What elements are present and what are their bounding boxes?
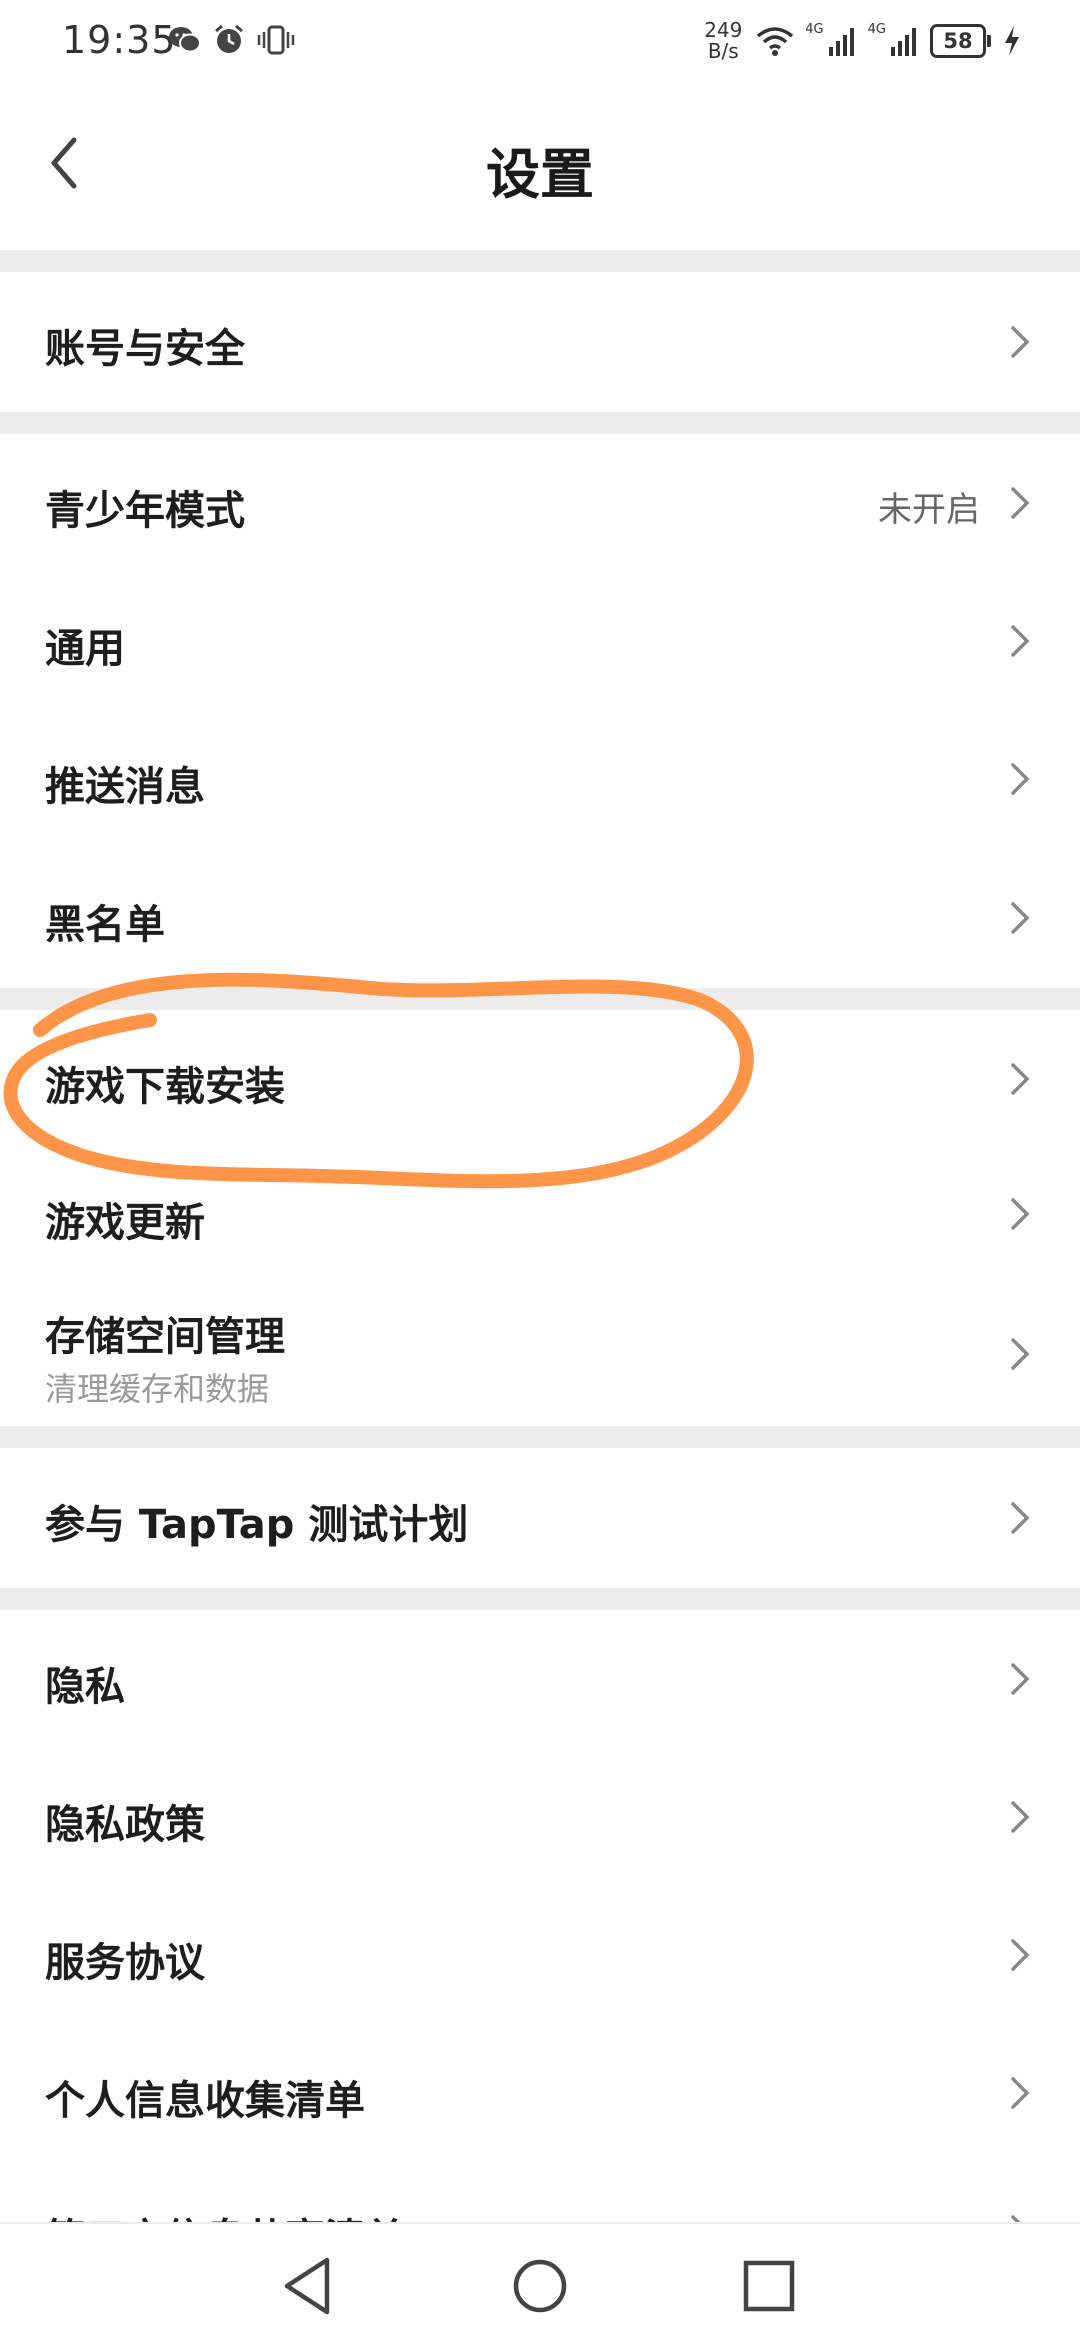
row-label: 隐私政策 bbox=[45, 1802, 205, 1848]
row-label: 账号与安全 bbox=[45, 326, 245, 372]
status-bar: 19:35 249 B/s 4G 4G 58 bbox=[0, 0, 1080, 80]
signal-2-icon bbox=[891, 28, 916, 56]
signal-1-icon bbox=[828, 28, 854, 56]
vibrate-icon bbox=[257, 25, 295, 55]
status-time: 19:35 bbox=[62, 18, 177, 62]
settings-row-youth-mode[interactable]: 青少年模式 未开启 bbox=[0, 434, 1080, 572]
section-divider bbox=[0, 1588, 1080, 1610]
settings-row-push-messages[interactable]: 推送消息 bbox=[0, 710, 1080, 848]
settings-row-general[interactable]: 通用 bbox=[0, 572, 1080, 710]
app-header: 设置 bbox=[0, 80, 1080, 250]
settings-row-storage-management[interactable]: 存储空间管理 清理缓存和数据 bbox=[0, 1280, 1080, 1426]
chevron-right-icon bbox=[1011, 1801, 1030, 1833]
row-label: 游戏下载安装 bbox=[45, 1064, 285, 1110]
chevron-right-icon bbox=[1011, 1939, 1030, 1971]
wifi-icon bbox=[757, 27, 794, 56]
section-divider bbox=[0, 988, 1080, 1010]
settings-row-blacklist[interactable]: 黑名单 bbox=[0, 848, 1080, 988]
signal-2-label: 4G bbox=[867, 21, 886, 37]
chevron-right-icon bbox=[1011, 1198, 1030, 1230]
row-label: 青少年模式 bbox=[45, 488, 245, 534]
settings-row-privacy-policy[interactable]: 隐私政策 bbox=[0, 1748, 1080, 1886]
chevron-right-icon bbox=[1011, 2077, 1030, 2109]
settings-row-taptap-test-plan[interactable]: 参与 TapTap 测试计划 bbox=[0, 1448, 1080, 1588]
chevron-right-icon bbox=[1011, 625, 1030, 657]
triangle-back-icon[interactable] bbox=[269, 2246, 349, 2326]
row-label: 服务协议 bbox=[45, 1940, 205, 1986]
chevron-right-icon bbox=[1011, 1063, 1030, 1095]
section-divider bbox=[0, 412, 1080, 434]
network-speed-unit: B/s bbox=[707, 39, 739, 63]
status-notification-icons bbox=[168, 22, 296, 58]
network-speed: 249 B/s bbox=[701, 20, 745, 62]
settings-row-personal-info-list[interactable]: 个人信息收集清单 bbox=[0, 2024, 1080, 2162]
row-label: 隐私 bbox=[45, 1664, 125, 1710]
settings-row-privacy[interactable]: 隐私 bbox=[0, 1610, 1080, 1748]
charging-icon bbox=[1005, 26, 1019, 56]
row-label: 推送消息 bbox=[45, 764, 205, 810]
row-label: 参与 TapTap 测试计划 bbox=[45, 1502, 469, 1548]
alarm-icon bbox=[215, 24, 243, 53]
row-sublabel: 清理缓存和数据 bbox=[45, 1370, 270, 1408]
system-nav-bar bbox=[0, 2222, 1080, 2342]
chevron-right-icon bbox=[1011, 763, 1030, 795]
settings-row-game-update[interactable]: 游戏更新 bbox=[0, 1148, 1080, 1280]
settings-row-game-download-install[interactable]: 游戏下载安装 bbox=[0, 1010, 1080, 1148]
chevron-right-icon bbox=[1011, 1502, 1030, 1534]
row-label: 游戏更新 bbox=[45, 1200, 205, 1246]
battery-indicator: 58 bbox=[930, 24, 991, 58]
circle-home-icon[interactable] bbox=[500, 2246, 580, 2326]
chevron-right-icon bbox=[1011, 326, 1030, 358]
row-label: 存储空间管理 bbox=[45, 1314, 285, 1360]
settings-row-account-security[interactable]: 账号与安全 bbox=[0, 272, 1080, 412]
wechat-icon bbox=[169, 27, 201, 53]
section-divider bbox=[0, 250, 1080, 272]
signal-1-label: 4G bbox=[805, 21, 824, 37]
network-speed-value: 249 bbox=[704, 18, 743, 42]
row-label: 个人信息收集清单 bbox=[45, 2078, 365, 2124]
square-recents-icon[interactable] bbox=[729, 2246, 809, 2326]
status-system-icons: 249 B/s 4G 4G 58 bbox=[701, 16, 1022, 66]
chevron-right-icon bbox=[1011, 1338, 1030, 1370]
chevron-right-icon bbox=[1011, 1663, 1030, 1695]
chevron-right-icon bbox=[1011, 902, 1030, 934]
chevron-right-icon bbox=[1011, 487, 1030, 519]
page-title: 设置 bbox=[486, 143, 594, 206]
row-label: 通用 bbox=[45, 626, 125, 672]
settings-row-service-agreement[interactable]: 服务协议 bbox=[0, 1886, 1080, 2024]
row-label: 黑名单 bbox=[45, 902, 165, 948]
section-divider bbox=[0, 1426, 1080, 1448]
youth-mode-status: 未开启 bbox=[878, 490, 980, 530]
